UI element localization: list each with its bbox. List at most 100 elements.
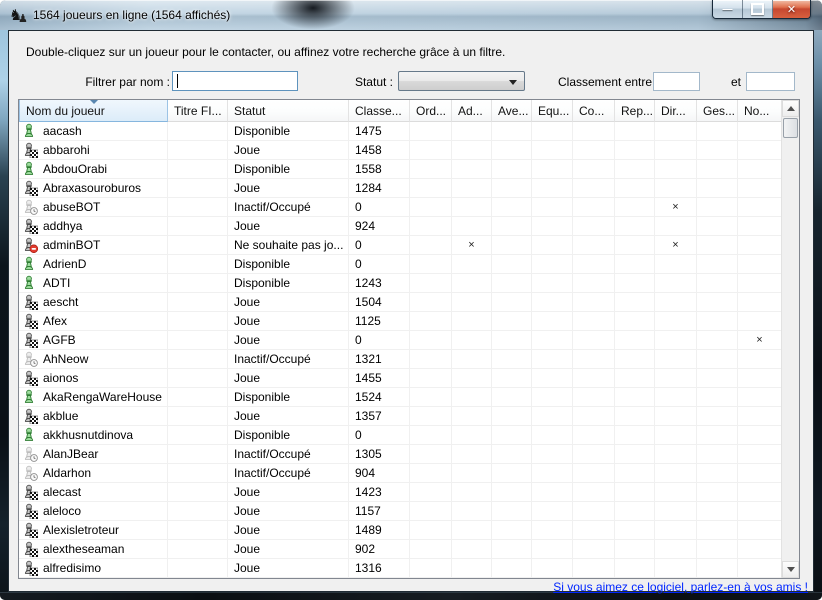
table-row[interactable]: alecastJoue1423 [19, 483, 782, 502]
column-header-8[interactable]: Co... [573, 100, 615, 122]
column-header-5[interactable]: Ad... [452, 100, 492, 122]
fide-title-cell [168, 350, 228, 369]
column-header-1[interactable]: Titre FI... [168, 100, 228, 122]
flag-cell [532, 369, 573, 388]
rating-min-input[interactable] [653, 72, 700, 91]
flag-cell [492, 160, 532, 179]
column-header-7[interactable]: Equ... [532, 100, 573, 122]
flag-cell [492, 426, 532, 445]
flag-cell [655, 369, 697, 388]
flag-cell [452, 160, 492, 179]
player-status-cell: Joue [228, 312, 349, 331]
scroll-up-button[interactable] [782, 100, 799, 117]
column-header-10[interactable]: Dir... [655, 100, 697, 122]
minimize-button[interactable]: — [713, 0, 743, 18]
table-row[interactable]: adminBOTNe souhaite pas jo...0×× [19, 236, 782, 255]
player-name-cell: Alexisletroteur [19, 521, 168, 540]
player-name: abuseBOT [43, 200, 100, 214]
rating-max-input[interactable] [746, 72, 795, 91]
table-row[interactable]: AldarhonInactif/Occupé904 [19, 464, 782, 483]
table-row[interactable]: addhyaJoue924 [19, 217, 782, 236]
share-software-link[interactable]: Si vous aimez ce logiciel, parlez-en à v… [553, 580, 808, 594]
scrollbar-thumb[interactable] [783, 118, 798, 138]
table-row[interactable]: akkhusnutdinovaDisponible0 [19, 426, 782, 445]
player-rating-cell: 0 [349, 426, 410, 445]
flag-cell [697, 521, 738, 540]
arrow-up-icon [787, 106, 795, 111]
player-name: AhNeow [43, 352, 88, 366]
flag-cell [492, 464, 532, 483]
column-header-9[interactable]: Rep... [615, 100, 655, 122]
fide-title-cell [168, 540, 228, 559]
column-header-2[interactable]: Statut [228, 100, 349, 122]
table-row[interactable]: alextheseamanJoue902 [19, 540, 782, 559]
flag-cell [532, 559, 573, 578]
flag-cell [615, 141, 655, 160]
player-status-cell: Joue [228, 521, 349, 540]
table-row[interactable]: aacashDisponible1475 [19, 122, 782, 141]
vertical-scrollbar[interactable] [781, 100, 799, 578]
column-header-12[interactable]: No... [738, 100, 782, 122]
flag-cell [452, 521, 492, 540]
column-header-6[interactable]: Ave... [492, 100, 532, 122]
status-dropdown[interactable] [398, 71, 525, 91]
status-playing-icon [22, 484, 38, 500]
table-row[interactable]: AdrienDDisponible0 [19, 255, 782, 274]
column-header-0[interactable]: Nom du joueur [19, 100, 168, 122]
table-row[interactable]: akblueJoue1357 [19, 407, 782, 426]
table-row[interactable]: abbarohiJoue1458 [19, 141, 782, 160]
player-name-cell: abuseBOT [19, 198, 168, 217]
player-name-cell: ADTI [19, 274, 168, 293]
player-name: abbarohi [43, 143, 90, 157]
flag-cell [573, 179, 615, 198]
window-controls: — ✕ [712, 0, 811, 19]
table-row[interactable]: aionosJoue1455 [19, 369, 782, 388]
flag-cell [410, 122, 452, 141]
table-row[interactable]: AbraxasouroburosJoue1284 [19, 179, 782, 198]
table-row[interactable]: AbdouOrabiDisponible1558 [19, 160, 782, 179]
filter-name-input[interactable] [172, 71, 298, 91]
flag-cell [492, 141, 532, 160]
flag-cell [452, 426, 492, 445]
table-row[interactable]: AfexJoue1125 [19, 312, 782, 331]
text-caret [177, 74, 178, 88]
player-status-cell: Joue [228, 502, 349, 521]
minimize-icon: — [723, 4, 733, 15]
fide-title-cell [168, 369, 228, 388]
column-header-3[interactable]: Classe... [349, 100, 410, 122]
table-row[interactable]: ADTIDisponible1243 [19, 274, 782, 293]
flag-cell [410, 293, 452, 312]
flag-cell [452, 312, 492, 331]
flag-cell [655, 179, 697, 198]
chess-pieces-icon: ♞ ♟ [9, 6, 29, 25]
flag-cell [410, 217, 452, 236]
table-row[interactable]: abuseBOTInactif/Occupé0× [19, 198, 782, 217]
table-row[interactable]: aeschtJoue1504 [19, 293, 782, 312]
table-row[interactable]: AlexisletroteurJoue1489 [19, 521, 782, 540]
table-row[interactable]: alelocoJoue1157 [19, 502, 782, 521]
scroll-down-button[interactable] [782, 561, 799, 578]
player-status-cell: Joue [228, 331, 349, 350]
title-bar[interactable]: ♞ ♟ 1564 joueurs en ligne (1564 affichés… [0, 0, 822, 30]
flag-cell [697, 255, 738, 274]
flag-cell [697, 293, 738, 312]
table-row[interactable]: AlanJBearInactif/Occupé1305 [19, 445, 782, 464]
close-button[interactable]: ✕ [773, 0, 810, 18]
flag-cell [573, 331, 615, 350]
flag-cell [738, 274, 782, 293]
table-row[interactable]: AGFBJoue0× [19, 331, 782, 350]
flag-cell [452, 407, 492, 426]
instruction-text: Double-cliquez sur un joueur pour le con… [26, 45, 505, 59]
table-row[interactable]: alfredisimoJoue1316 [19, 559, 782, 578]
and-label: et [731, 75, 741, 89]
flag-cell [738, 141, 782, 160]
player-name: AdrienD [43, 257, 86, 271]
fide-title-cell [168, 236, 228, 255]
column-header-4[interactable]: Ord... [410, 100, 452, 122]
column-header-11[interactable]: Ges... [697, 100, 738, 122]
chevron-down-icon [509, 80, 517, 85]
table-row[interactable]: AhNeowInactif/Occupé1321 [19, 350, 782, 369]
maximize-button[interactable] [743, 0, 773, 18]
table-row[interactable]: AkaRengaWareHouseDisponible1524 [19, 388, 782, 407]
status-playing-icon [22, 560, 38, 576]
